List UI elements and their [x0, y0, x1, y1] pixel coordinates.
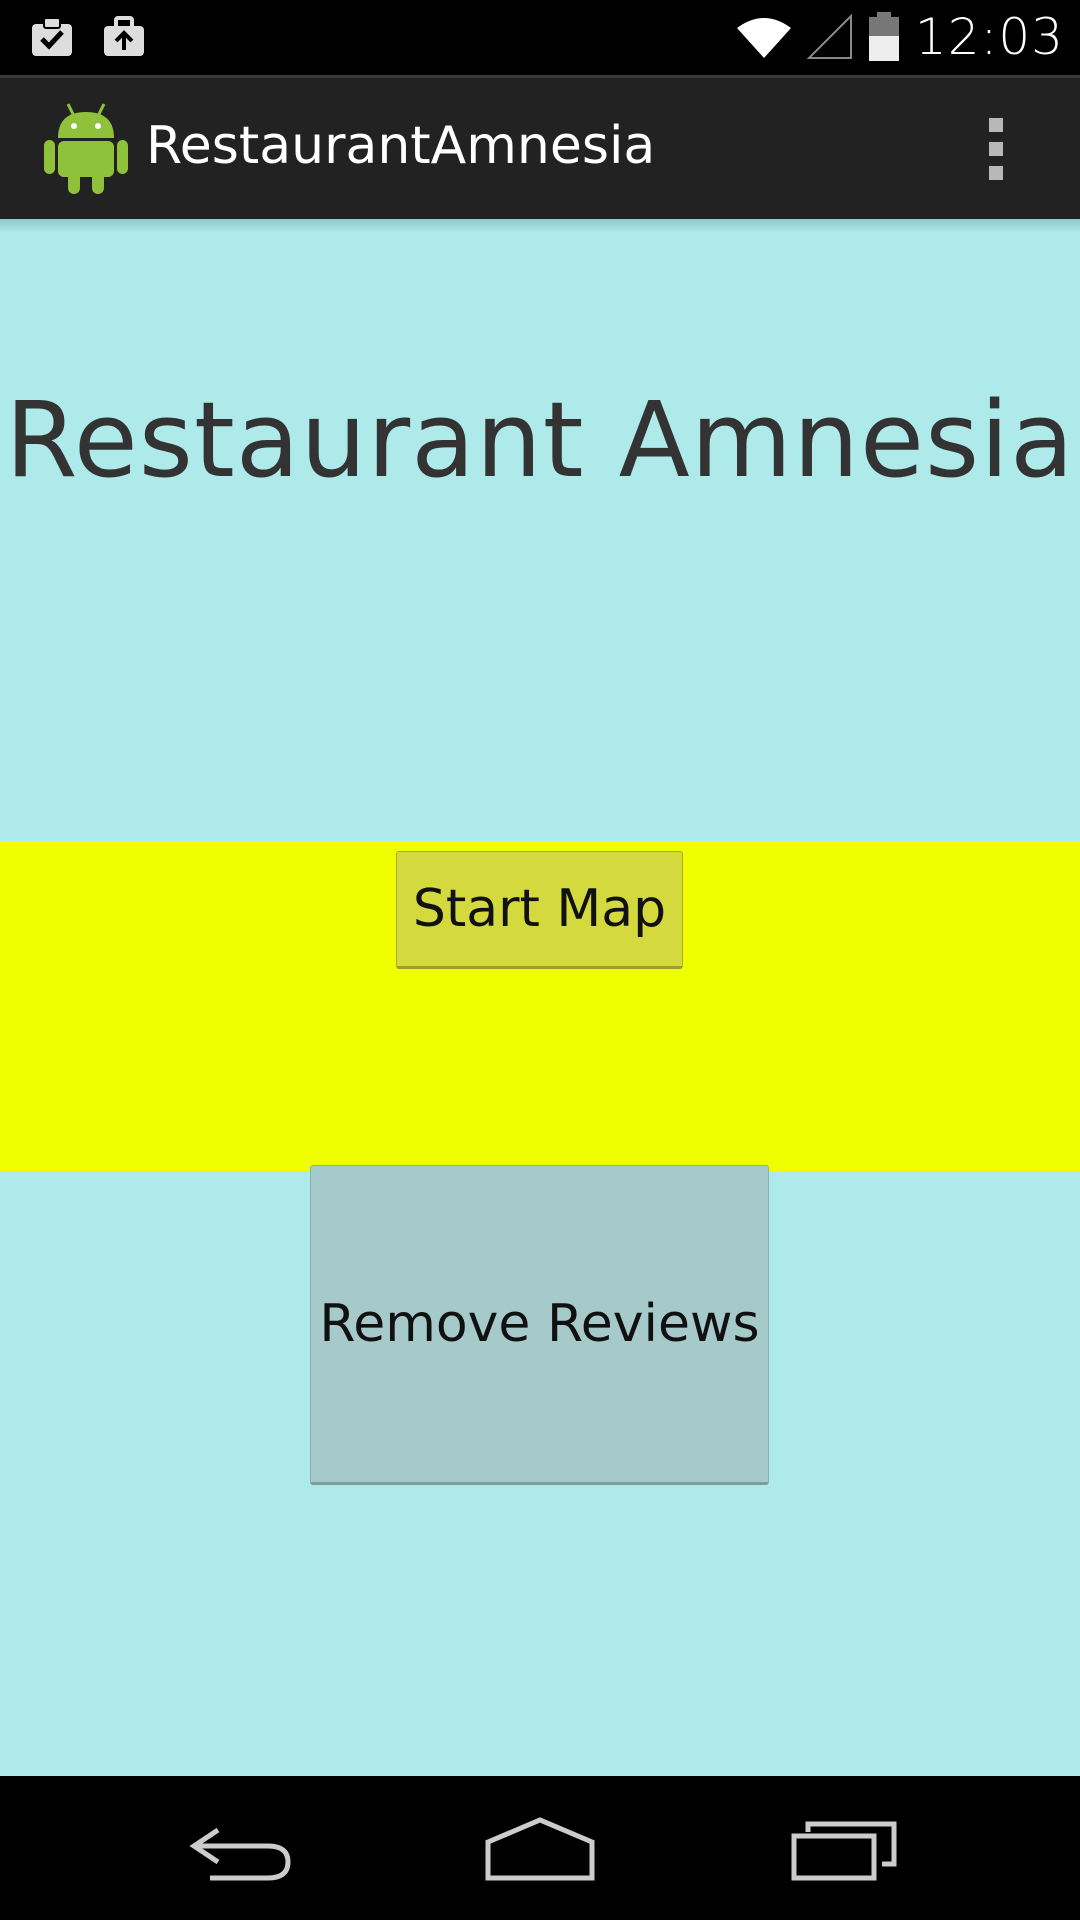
overflow-menu-icon: [989, 118, 1003, 132]
page-title: Restaurant Amnesia: [5, 379, 1075, 501]
app-title: RestaurantAmnesia: [146, 116, 656, 176]
signal-icon: [806, 14, 852, 59]
android-icon: [44, 103, 128, 194]
briefcase-upload-icon: [104, 16, 144, 56]
main-content: Restaurant Amnesia Start Map Remove Revi…: [0, 219, 1080, 1776]
clipboard-check-icon: [32, 17, 72, 56]
remove-reviews-button[interactable]: Remove Reviews: [310, 1165, 769, 1485]
action-bar: RestaurantAmnesia: [0, 75, 1080, 219]
battery-icon: [868, 12, 899, 61]
wifi-icon: [736, 18, 791, 58]
notification-icons: [28, 14, 148, 60]
system-status: 12:03: [735, 8, 1064, 66]
recents-icon[interactable]: [774, 1806, 914, 1890]
clock: 12:03: [914, 8, 1064, 66]
navigation-bar: [0, 1776, 1080, 1920]
overflow-menu-button[interactable]: [980, 118, 1012, 184]
home-icon[interactable]: [470, 1806, 610, 1890]
status-bar: 12:03: [0, 0, 1080, 75]
back-icon[interactable]: [170, 1806, 310, 1890]
start-map-button[interactable]: Start Map: [396, 851, 683, 969]
